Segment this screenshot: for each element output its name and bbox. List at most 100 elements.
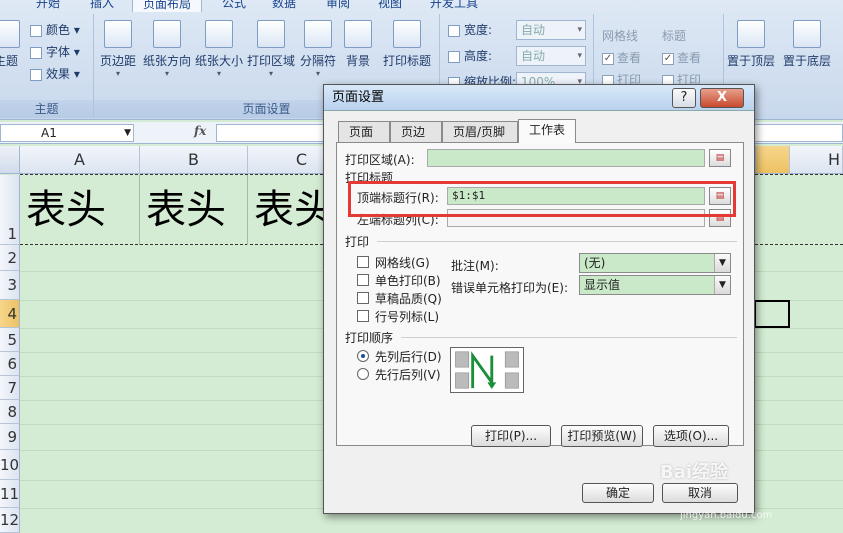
row-header-4[interactable]: 4 [0, 300, 20, 328]
black-white-checkbox[interactable]: 单色打印(B) [357, 273, 441, 289]
chevron-down-icon: ▼ [714, 254, 730, 272]
page-setup-dialog: 页面设置 ? X 页面 页边距 页眉/页脚 工作表 打印区域(A): ▤ 打印标… [323, 84, 755, 514]
height-label: 高度: [448, 46, 492, 66]
send-backward-button[interactable]: 置于底层 [780, 20, 834, 69]
print-preview-button[interactable]: 打印预览(W) [561, 425, 643, 447]
chevron-down-icon[interactable]: ▼ [124, 125, 131, 141]
comments-select[interactable]: (无) ▼ [579, 253, 731, 273]
divider [377, 241, 737, 242]
row-header-10[interactable]: 10 [0, 450, 20, 480]
background-button[interactable]: 背景 [340, 20, 376, 69]
send-backward-icon [793, 20, 821, 48]
print-area-input[interactable] [427, 149, 705, 167]
cell-errors-select[interactable]: 显示值 ▼ [579, 275, 731, 295]
page-order-label: 打印顺序 [345, 331, 394, 345]
headings-label: 标题 [662, 29, 687, 43]
colors-button[interactable]: 颜色 ▾ [30, 20, 80, 40]
print-area-icon [257, 20, 285, 48]
bring-forward-icon [737, 20, 765, 48]
tab-data[interactable]: 数据 [262, 0, 306, 12]
formula-bar-controls: fx [138, 124, 214, 142]
column-header-a[interactable]: A [20, 146, 140, 174]
orientation-button[interactable]: 纸张方向 ▾ [142, 20, 192, 78]
row-col-headings-checkbox[interactable]: 行号列标(L) [357, 309, 439, 325]
comments-label: 批注(M): [451, 259, 499, 273]
breaks-button[interactable]: 分隔符 ▾ [298, 20, 338, 78]
print-area-button[interactable]: 打印区域 ▾ [246, 20, 296, 78]
cancel-button[interactable]: 取消 [662, 483, 738, 503]
selected-cell[interactable] [754, 300, 790, 328]
gridlines-checkbox[interactable]: 网格线(G) [357, 255, 430, 271]
help-button[interactable]: ? [672, 88, 696, 108]
background-icon [344, 20, 372, 48]
close-button[interactable]: X [700, 88, 744, 108]
row-header-2[interactable]: 2 [0, 245, 20, 271]
colors-icon [30, 24, 42, 37]
column-header-selected[interactable] [756, 146, 790, 174]
page-order-icon [450, 347, 524, 393]
select-all-corner[interactable] [0, 146, 20, 174]
insert-function-icon[interactable]: fx [194, 124, 206, 138]
themes-group-label: 主题 [0, 100, 93, 118]
range-picker-icon[interactable]: ▤ [709, 149, 731, 167]
row-header-9[interactable]: 9 [0, 424, 20, 450]
tab-sheet[interactable]: 工作表 [518, 119, 576, 143]
over-then-down-radio[interactable]: 先行后列(V) [357, 367, 441, 383]
height-select[interactable]: 自动 [516, 46, 586, 66]
tab-page[interactable]: 页面 [338, 121, 390, 143]
gridlines-view-checkbox[interactable]: ✓ 查看 [602, 48, 641, 68]
width-icon [448, 24, 460, 37]
tab-header-footer[interactable]: 页眉/页脚 [442, 121, 518, 143]
tab-home[interactable]: 开始 [26, 0, 70, 12]
watermark: Bai经验 [660, 462, 729, 483]
tab-review[interactable]: 审阅 [316, 0, 360, 12]
ribbon-tabs: 开始 插入 页面布局 公式 数据 审阅 视图 开发工具 [0, 0, 843, 14]
row-header-7[interactable]: 7 [0, 376, 20, 400]
themes-group: 主题 颜色 ▾ 字体 ▾ 效果 ▾ 主题 [0, 14, 94, 118]
bring-forward-button[interactable]: 置于顶层 [724, 20, 778, 69]
width-select[interactable]: 自动 [516, 20, 586, 40]
tab-view[interactable]: 视图 [368, 0, 412, 12]
row-header-5[interactable]: 5 [0, 328, 20, 352]
row-header-8[interactable]: 8 [0, 400, 20, 424]
cell-b1[interactable]: 表头 [140, 175, 248, 245]
row-header-12[interactable]: 12 [0, 508, 20, 533]
tab-margins[interactable]: 页边距 [390, 121, 442, 159]
tab-formulas[interactable]: 公式 [212, 0, 256, 12]
tab-page-layout[interactable]: 页面布局 [132, 0, 203, 12]
row-header-11[interactable]: 11 [0, 480, 20, 508]
name-box[interactable]: A1 ▼ [0, 124, 134, 142]
print-titles-button[interactable]: 打印标题 [380, 20, 434, 69]
tab-developer[interactable]: 开发工具 [420, 0, 488, 12]
fonts-button[interactable]: 字体 ▾ [30, 42, 80, 62]
print-button[interactable]: 打印(P)... [471, 425, 551, 447]
print-titles-icon [393, 20, 421, 48]
height-icon [448, 50, 460, 63]
column-header-b[interactable]: B [140, 146, 248, 174]
divider [401, 337, 737, 338]
print-area-label: 打印区域(A): [345, 153, 415, 167]
themes-button[interactable]: 主题 [0, 20, 20, 69]
row-header-3[interactable]: 3 [0, 271, 20, 300]
fonts-icon [30, 46, 42, 59]
size-icon [205, 20, 233, 48]
orientation-icon [153, 20, 181, 48]
margins-button[interactable]: 页边距 ▾ [98, 20, 138, 78]
options-button[interactable]: 选项(O)... [653, 425, 729, 447]
row-header-1[interactable]: 1 [0, 175, 20, 245]
size-button[interactable]: 纸张大小 ▾ [194, 20, 244, 78]
down-then-over-radio[interactable]: 先列后行(D) [357, 349, 442, 365]
effects-button[interactable]: 效果 ▾ [30, 64, 80, 84]
row-header-6[interactable]: 6 [0, 352, 20, 376]
ok-button[interactable]: 确定 [582, 483, 654, 503]
print-section-label: 打印 [345, 235, 370, 249]
effects-icon [30, 68, 42, 81]
tab-insert[interactable]: 插入 [80, 0, 124, 12]
highlight-box [348, 181, 736, 217]
cell-a1[interactable]: 表头 [20, 175, 140, 245]
themes-icon [0, 20, 20, 48]
watermark-url: jingyan.baidu.com [680, 510, 773, 521]
draft-quality-checkbox[interactable]: 草稿品质(Q) [357, 291, 442, 307]
column-header-h[interactable]: H [790, 146, 843, 174]
headings-view-checkbox[interactable]: ✓ 查看 [662, 48, 701, 68]
